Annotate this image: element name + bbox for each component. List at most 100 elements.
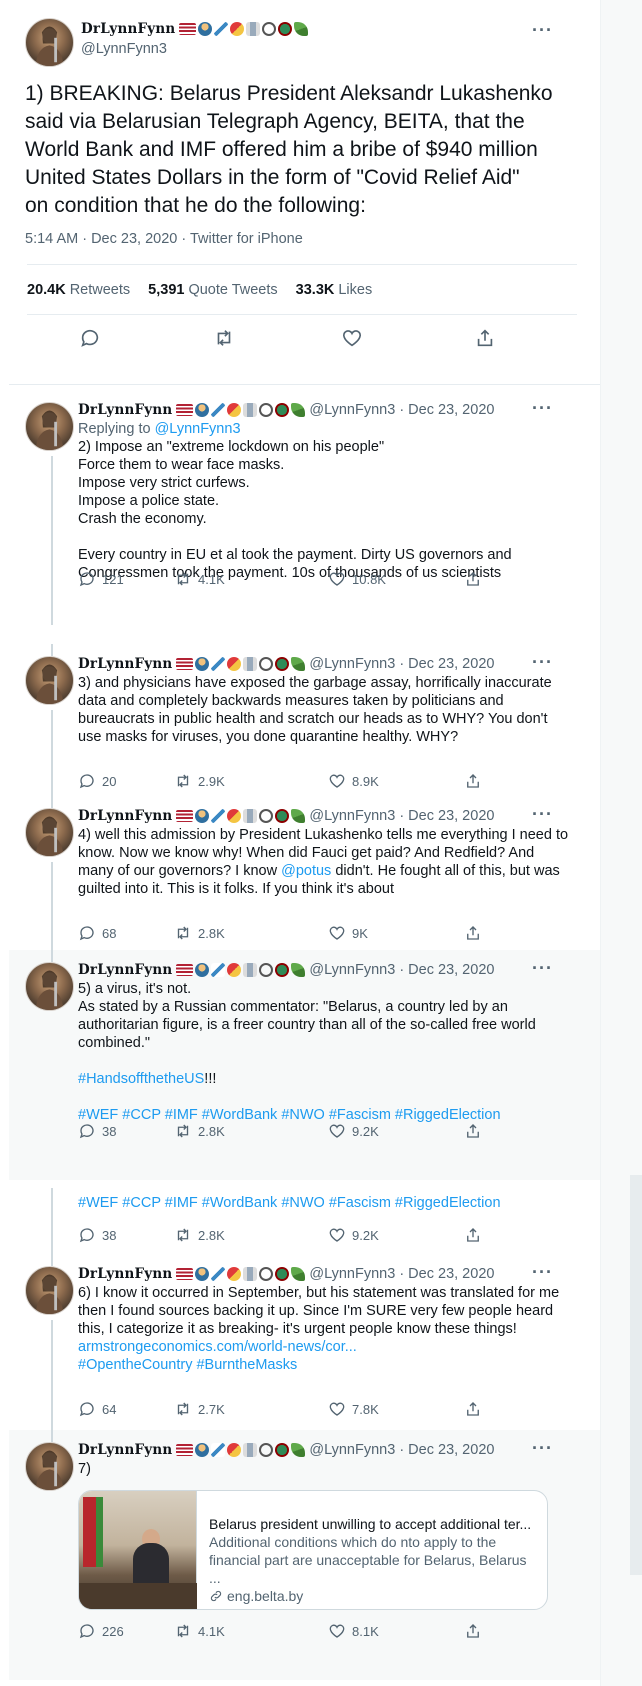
share-action[interactable] [464, 1400, 482, 1418]
main-tweet: DrLynnFynn @LynnFynn3 ··· 1) BREAKING: B… [9, 0, 600, 385]
more-icon[interactable]: ··· [532, 398, 553, 419]
like-action[interactable]: 10.8K [328, 570, 386, 588]
more-icon[interactable]: ··· [532, 652, 553, 673]
tweet-text: 6) I know it occurred in September, but … [78, 1284, 563, 1374]
author-name-line[interactable]: DrLynnFynn @LynnFynn3 · Dec 23, 2020 [78, 962, 494, 978]
tweet-meta[interactable]: @LynnFynn3 · Dec 23, 2020 [309, 656, 494, 672]
retweet-action[interactable]: 4.1K [174, 570, 225, 588]
retweet-action[interactable]: 2.9K [174, 772, 225, 790]
like-icon[interactable] [341, 327, 363, 349]
main-tweet-timestamp[interactable]: 5:14 AM · Dec 23, 2020 · Twitter for iPh… [25, 231, 303, 247]
name-emojis [179, 22, 309, 36]
reply-action[interactable]: 38 [78, 1122, 116, 1140]
mention-link[interactable]: @potus [281, 863, 331, 879]
reply-action[interactable]: 20 [78, 772, 116, 790]
reply-icon[interactable] [79, 327, 101, 349]
scientist-icon [198, 22, 213, 36]
retweet-action[interactable]: 2.8K [174, 924, 225, 942]
more-icon[interactable]: ··· [532, 958, 553, 979]
avatar[interactable] [25, 18, 74, 67]
thread-tweet-fragment[interactable]: #WEF #CCP #IMF #WordBank #NWO #Fascism #… [9, 1188, 600, 1254]
author-name-line[interactable]: DrLynnFynn [81, 21, 309, 37]
retweet-action[interactable]: 2.8K [174, 1122, 225, 1140]
retweet-count: 2.8K [198, 1123, 225, 1139]
avatar[interactable] [25, 1266, 74, 1315]
tweet-meta[interactable]: @LynnFynn3 · Dec 23, 2020 [309, 808, 494, 824]
share-action[interactable] [464, 924, 482, 942]
author-name-line[interactable]: DrLynnFynn @LynnFynn3 · Dec 23, 2020 [78, 656, 494, 672]
like-action[interactable]: 9.2K [328, 1226, 379, 1244]
like-action[interactable]: 8.1K [328, 1622, 379, 1640]
reply-action[interactable]: 38 [78, 1226, 116, 1244]
tweet-meta[interactable]: @LynnFynn3 · Dec 23, 2020 [309, 962, 494, 978]
display-name[interactable]: DrLynnFynn [78, 656, 172, 672]
more-icon[interactable]: ··· [532, 1438, 553, 1459]
reply-action[interactable]: 68 [78, 924, 116, 942]
thread-tweet[interactable]: DrLynnFynn @LynnFynn3 · Dec 23, 2020 ···… [9, 644, 600, 796]
avatar[interactable] [25, 656, 74, 705]
more-icon[interactable]: ··· [532, 20, 553, 41]
display-name[interactable]: DrLynnFynn [78, 808, 172, 824]
scientist-icon [195, 963, 210, 977]
tweet-meta[interactable]: @LynnFynn3 · Dec 23, 2020 [309, 402, 494, 418]
more-icon[interactable]: ··· [532, 804, 553, 825]
author-name-line[interactable]: DrLynnFynn @LynnFynn3 · Dec 23, 2020 [78, 1442, 494, 1458]
hashtag-line[interactable]: #WEF #CCP #IMF #WordBank #NWO #Fascism #… [78, 1194, 563, 1212]
window-edge-scrollbar[interactable] [630, 1175, 642, 1575]
replying-handle-link[interactable]: @LynnFynn3 [155, 421, 241, 437]
reply-action[interactable]: 64 [78, 1400, 116, 1418]
share-action[interactable] [464, 1122, 482, 1140]
hashtag-link[interactable]: #HandsoffthetheUS [78, 1071, 204, 1087]
tweet-actions: 64 2.7K 7.8K [78, 1400, 498, 1420]
tweet-meta[interactable]: @LynnFynn3 · Dec 23, 2020 [309, 1442, 494, 1458]
avatar[interactable] [25, 808, 74, 857]
reply-action[interactable]: 226 [78, 1622, 124, 1640]
more-icon[interactable]: ··· [532, 1262, 553, 1283]
avatar[interactable] [25, 962, 74, 1011]
quotes-stat[interactable]: 5,391 Quote Tweets [148, 282, 278, 298]
display-name[interactable]: DrLynnFynn [78, 1266, 172, 1282]
retweet-action[interactable]: 2.7K [174, 1400, 225, 1418]
likes-stat[interactable]: 33.3K Likes [296, 282, 373, 298]
dna-icon [211, 657, 226, 671]
author-name-line[interactable]: DrLynnFynn @LynnFynn3 · Dec 23, 2020 [78, 402, 494, 418]
hashtag-line[interactable]: #OpentheCountry #BurntheMasks [78, 1356, 563, 1374]
display-name[interactable]: DrLynnFynn [81, 21, 175, 37]
display-name[interactable]: DrLynnFynn [78, 402, 172, 418]
retweet-action[interactable]: 2.8K [174, 1226, 225, 1244]
share-icon [467, 1402, 479, 1416]
tweet-line [78, 528, 563, 546]
thread-tweet[interactable]: DrLynnFynn @LynnFynn3 · Dec 23, 2020 ···… [9, 390, 600, 625]
display-name[interactable]: DrLynnFynn [78, 1442, 172, 1458]
thread-tweet[interactable]: DrLynnFynn @LynnFynn3 · Dec 23, 2020 ···… [9, 1254, 600, 1430]
thread-tweet[interactable]: DrLynnFynn @LynnFynn3 · Dec 23, 2020 ···… [9, 1430, 600, 1680]
display-name[interactable]: DrLynnFynn [78, 962, 172, 978]
like-action[interactable]: 9.2K [328, 1122, 379, 1140]
share-action[interactable] [464, 772, 482, 790]
author-handle[interactable]: @LynnFynn3 [81, 41, 167, 57]
tweet-meta[interactable]: @LynnFynn3 · Dec 23, 2020 [309, 1266, 494, 1282]
dna-icon [211, 963, 226, 977]
thread-tweet[interactable]: DrLynnFynn @LynnFynn3 · Dec 23, 2020 ···… [9, 950, 600, 1180]
thread-tweet[interactable]: DrLynnFynn @LynnFynn3 · Dec 23, 2020 ···… [9, 796, 600, 950]
author-name-line[interactable]: DrLynnFynn @LynnFynn3 · Dec 23, 2020 [78, 808, 494, 824]
like-action[interactable]: 7.8K [328, 1400, 379, 1418]
avatar[interactable] [25, 402, 74, 451]
like-action[interactable]: 8.9K [328, 772, 379, 790]
reply-action[interactable]: 121 [78, 570, 124, 588]
share-icon[interactable] [474, 327, 496, 349]
avatar[interactable] [25, 1442, 74, 1491]
share-action[interactable] [464, 570, 482, 588]
author-name-line[interactable]: DrLynnFynn @LynnFynn3 · Dec 23, 2020 [78, 1266, 494, 1282]
retweet-count: 2.8K [198, 925, 225, 941]
link-preview-card[interactable]: Belarus president unwilling to accept ad… [78, 1490, 548, 1610]
retweets-stat[interactable]: 20.4K Retweets [27, 282, 130, 298]
main-tweet-line: said via Belarusian Telegraph Agency, BE… [25, 110, 525, 133]
share-action[interactable] [464, 1226, 482, 1244]
like-action[interactable]: 9K [328, 924, 368, 942]
retweet-action[interactable]: 4.1K [174, 1622, 225, 1640]
like-count: 9K [352, 925, 368, 941]
url-link[interactable]: armstrongeconomics.com/world-news/cor... [78, 1338, 563, 1356]
share-action[interactable] [464, 1622, 482, 1640]
retweet-icon[interactable] [213, 327, 235, 349]
